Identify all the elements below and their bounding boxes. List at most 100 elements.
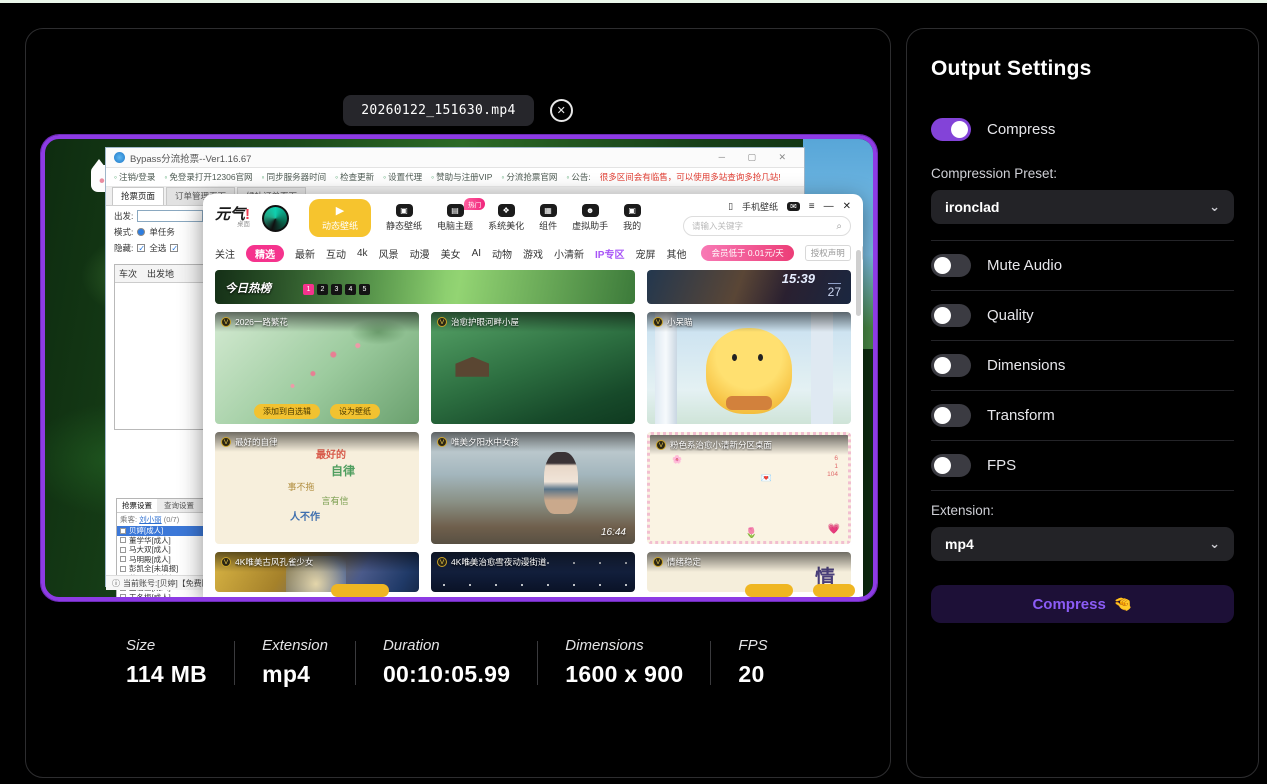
toggle-label: FPS bbox=[987, 457, 1016, 474]
toggle-row-transform: Transform bbox=[931, 391, 1234, 440]
nav-item-beautify: ❖ 系统美化 bbox=[488, 204, 524, 232]
report-link: 侵权举报 bbox=[862, 245, 863, 261]
close-icon: ✕ bbox=[557, 104, 566, 117]
extension-label: Extension: bbox=[931, 503, 1234, 518]
app-window-controls: ▯ 手机壁纸 ✉ ≡ — ✕ bbox=[728, 200, 851, 213]
remove-file-button[interactable]: ✕ bbox=[550, 99, 573, 122]
mode-label: 模式: bbox=[114, 226, 133, 238]
flower-icon: 🌸 bbox=[672, 455, 682, 464]
category: 美女 bbox=[441, 246, 461, 261]
partial-yellow-button bbox=[745, 584, 793, 597]
preset-select[interactable]: ironclad ⌄ bbox=[931, 190, 1234, 224]
wallpaper-thumb: V 4K唯美古风孔雀少女 bbox=[215, 552, 419, 592]
wallpaper-thumb: V 治愈护眼河畔小屋 bbox=[431, 312, 635, 424]
app-nav-right: ▯ 手机壁纸 ✉ ≡ — ✕ 请输入关键字 ⌕ bbox=[683, 200, 851, 236]
pinch-hand-icon: 🤏 bbox=[1114, 595, 1133, 613]
hot-banner: 今日热榜 1 2 3 4 5 bbox=[215, 270, 635, 304]
phone-wallpaper-button: 手机壁纸 bbox=[742, 200, 778, 213]
output-settings-panel: Output Settings Compress Compression Pre… bbox=[906, 28, 1259, 778]
select-all-label: 全选 bbox=[149, 242, 166, 254]
hot-title: 今日热榜 bbox=[225, 280, 271, 296]
extension-select[interactable]: mp4 ⌄ bbox=[931, 527, 1234, 561]
menu-item: 赞助与注册VIP bbox=[431, 171, 492, 183]
app-scrollbar bbox=[856, 250, 861, 316]
app-navbar: 元气! 桌面 ▶ 动态壁纸 ▣ 静态壁纸 bbox=[203, 194, 863, 242]
col-from: 出发地 bbox=[147, 267, 174, 280]
toggle-row-dimensions: Dimensions bbox=[931, 341, 1234, 390]
heart-icon: 💗 bbox=[828, 524, 840, 535]
chevron-down-icon: ⌄ bbox=[1209, 204, 1220, 210]
mine-icon: ▣ bbox=[624, 204, 641, 217]
checkbox-icon: ✓ bbox=[170, 244, 178, 252]
category: 其他 bbox=[666, 246, 686, 261]
menu-item: 检查更新 bbox=[335, 171, 374, 183]
menu-item: 设置代理 bbox=[383, 171, 422, 183]
menu-item: 同步服务器时间 bbox=[262, 171, 327, 183]
window-close-icon: ✕ bbox=[843, 201, 851, 212]
compress-toggle[interactable] bbox=[931, 118, 971, 141]
clock-day: 27 bbox=[828, 283, 841, 299]
panel-title: Output Settings bbox=[931, 57, 1234, 81]
clock-thumb: 15:39 27 bbox=[647, 270, 851, 304]
avatar bbox=[262, 205, 289, 232]
wallpaper-thumb: V 唯美夕阳水中女孩 16:44 bbox=[431, 432, 635, 544]
col-train: 车次 bbox=[119, 267, 137, 280]
wallpaper-thumb: V 粉色系治愈小清新分区桌面 🌸 💌 🌷 💗 6 1 104 bbox=[647, 432, 851, 544]
wallpaper-thumb: V 2026一路繁花 添加到自选辑 设为壁纸 bbox=[215, 312, 419, 424]
nav-item-static: ▣ 静态壁纸 bbox=[386, 204, 422, 232]
partial-yellow-button bbox=[813, 584, 855, 597]
category: 游戏 bbox=[523, 246, 543, 261]
file-row: 20260122_151630.mp4 ✕ bbox=[26, 95, 890, 126]
depart-label: 出发: bbox=[114, 210, 133, 222]
toggle-label: Quality bbox=[987, 307, 1034, 324]
meta-extension: Extension mp4 bbox=[235, 637, 355, 688]
v-badge: V bbox=[221, 317, 231, 327]
filename-pill: 20260122_151630.mp4 bbox=[343, 95, 533, 126]
depart-input bbox=[137, 210, 203, 222]
category-active: 精选 bbox=[246, 245, 284, 262]
settings-tab: 抢票设置 bbox=[117, 499, 157, 512]
info-icon: ⓘ bbox=[112, 578, 120, 589]
video-preview: Bypass分流抢票--Ver1.16.67 ─ ▢ ✕ 注销/登录 免登录打开… bbox=[41, 135, 877, 601]
meta-fps: FPS 20 bbox=[711, 637, 794, 688]
quality-toggle[interactable] bbox=[931, 304, 971, 327]
extension-value: mp4 bbox=[945, 536, 974, 552]
assistant-icon: ☻ bbox=[582, 204, 599, 217]
bypass-titlebar: Bypass分流抢票--Ver1.16.67 ─ ▢ ✕ bbox=[106, 148, 804, 168]
toggle-label: Compress bbox=[987, 121, 1055, 138]
dimensions-toggle[interactable] bbox=[931, 354, 971, 377]
transform-toggle[interactable] bbox=[931, 404, 971, 427]
toggle-label: Mute Audio bbox=[987, 257, 1062, 274]
meta-size: Size 114 MB bbox=[126, 637, 234, 688]
thumb-hover-buttons: 添加到自选辑 设为壁纸 bbox=[215, 404, 419, 419]
mute-audio-toggle[interactable] bbox=[931, 254, 971, 277]
clock-time: 15:39 bbox=[782, 271, 815, 286]
category: 动物 bbox=[492, 246, 512, 261]
category: 风景 bbox=[379, 246, 399, 261]
bypass-tab: 抢票页面 bbox=[112, 187, 164, 205]
category-bar: 关注 精选 最新 互动 4k 风景 动漫 美女 AI 动物 游戏 小清新 IP专… bbox=[203, 242, 863, 264]
fps-toggle[interactable] bbox=[931, 454, 971, 477]
license-link: 授权声明 bbox=[805, 245, 851, 261]
bypass-window-controls: ─ ▢ ✕ bbox=[719, 152, 796, 163]
wallpaper-grid: V 2026一路繁花 添加到自选辑 设为壁纸 V 治愈护眼河畔小屋 V bbox=[215, 312, 851, 592]
toggle-row-mute: Mute Audio bbox=[931, 241, 1234, 290]
nav-item-mine: ▣ 我的 bbox=[623, 204, 641, 232]
toggle-row-compress: Compress bbox=[931, 105, 1234, 154]
mode-option: 单任务 bbox=[149, 226, 175, 238]
category: 动漫 bbox=[410, 246, 430, 261]
menu-item: 注销/登录 bbox=[114, 171, 155, 183]
menu-item: 公告: bbox=[566, 171, 590, 183]
theme-icon: ▤ bbox=[447, 204, 464, 217]
category-ip: IP专区 bbox=[595, 246, 624, 261]
beautify-icon: ❖ bbox=[498, 204, 515, 217]
bypass-menubar: 注销/登录 免登录打开12306官网 同步服务器时间 检查更新 设置代理 赞助与… bbox=[106, 168, 804, 187]
media-metadata: Size 114 MB Extension mp4 Duration 00:10… bbox=[26, 637, 890, 688]
category: 互动 bbox=[326, 246, 346, 261]
compress-button[interactable]: Compress 🤏 bbox=[931, 585, 1234, 623]
toggle-row-quality: Quality bbox=[931, 291, 1234, 340]
nav-item-dynamic: ▶ 动态壁纸 bbox=[309, 199, 371, 237]
minimize-icon: — bbox=[824, 201, 834, 212]
category: 宠屏 bbox=[635, 246, 655, 261]
nav-item-theme: 热门 ▤ 电脑主题 bbox=[437, 204, 473, 232]
